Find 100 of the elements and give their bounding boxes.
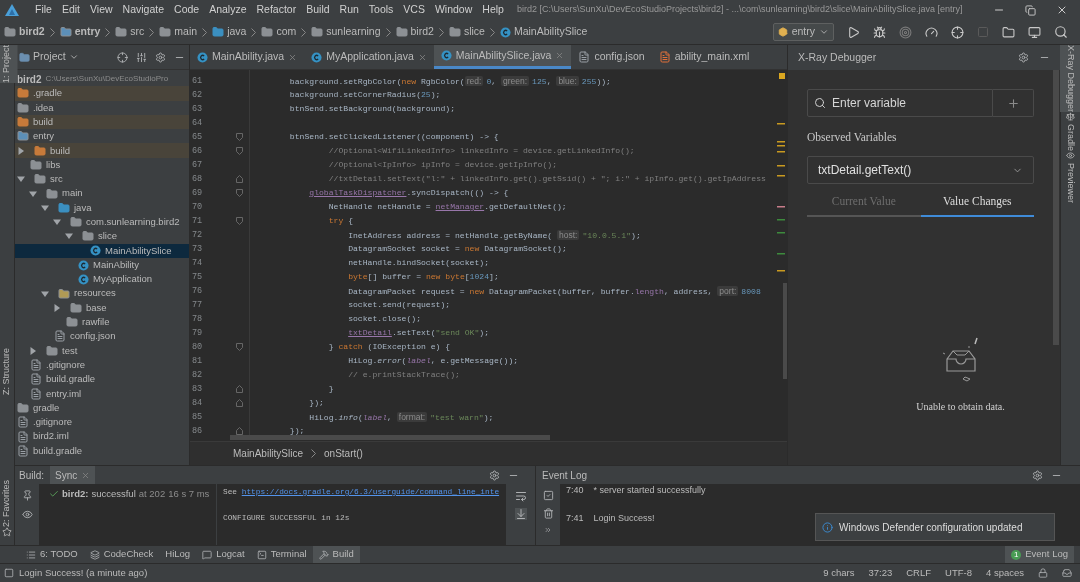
editor-tab[interactable]: MainAbilitySlice.java xyxy=(433,45,572,69)
tree-item[interactable]: build.gradle xyxy=(15,443,189,458)
tree-item[interactable]: entry.iml xyxy=(15,386,189,401)
menu-item[interactable]: File xyxy=(30,2,57,18)
status-item[interactable]: UTF-8 xyxy=(945,565,972,581)
tool-tab[interactable]: Logcat xyxy=(196,546,251,563)
code-token: try xyxy=(328,216,344,225)
tree-item[interactable]: .gradle xyxy=(15,86,189,101)
tree-item[interactable]: main xyxy=(15,186,189,201)
line-number: 62 xyxy=(191,89,204,102)
variable-dropdown[interactable]: txtDetail.getText() xyxy=(807,156,1034,185)
menu-item[interactable]: Window xyxy=(429,2,478,18)
editor-tab[interactable]: MyApplication.java xyxy=(304,45,434,69)
breadcrumb[interactable]: src xyxy=(115,24,145,40)
tree-item[interactable]: com.sunlearning.bird2 xyxy=(15,214,189,230)
value-tab[interactable]: Value Changes xyxy=(920,189,1034,217)
tool-tab[interactable]: Terminal xyxy=(250,546,313,563)
menu-item[interactable]: Code xyxy=(169,2,205,18)
editor-tab[interactable]: ability_main.xml xyxy=(651,45,757,69)
code-token: new byte xyxy=(425,272,465,281)
breadcrumb[interactable]: bird2 xyxy=(395,24,434,40)
line-number: 84 xyxy=(191,397,204,410)
code-token: label xyxy=(406,356,431,365)
code-token: "10.0.5.1" xyxy=(582,231,632,240)
tree-item[interactable]: MyApplication xyxy=(15,272,189,287)
code-token: 1024 xyxy=(469,272,490,281)
tree-item[interactable]: libs xyxy=(15,157,189,173)
status-item[interactable]: 37:23 xyxy=(868,565,893,581)
tool-window-tab[interactable]: 1: Project xyxy=(0,45,18,84)
code-token: socket.close(); xyxy=(348,314,421,323)
tool-tab[interactable]: HiLog xyxy=(159,546,197,563)
menu-item[interactable]: Refactor xyxy=(251,2,302,18)
tree-item[interactable]: build xyxy=(15,143,189,158)
code-breadcrumb[interactable]: onStart() xyxy=(324,446,363,461)
tool-window-tab[interactable]: Gradle xyxy=(1059,112,1080,152)
breadcrumb[interactable]: MainAbilitySlice xyxy=(499,24,588,40)
tool-window-tab[interactable]: 2: Favorites xyxy=(0,479,18,527)
tool-tab[interactable]: 6: TODO xyxy=(20,546,84,563)
menu-item[interactable]: Edit xyxy=(56,2,85,18)
breadcrumb[interactable]: entry xyxy=(59,24,101,40)
tool-tab[interactable]: Build xyxy=(312,546,360,563)
tree-item[interactable]: resources xyxy=(15,286,189,301)
tree-item[interactable]: entry xyxy=(15,129,189,144)
tree-item[interactable]: MainAbility xyxy=(15,257,189,273)
tree-item[interactable]: .gitignore xyxy=(15,357,189,373)
tree-item[interactable]: java xyxy=(15,200,189,215)
tree-item[interactable]: config.json xyxy=(15,329,189,344)
breadcrumb[interactable]: java xyxy=(212,24,247,40)
breadcrumb[interactable]: sunlearning xyxy=(311,24,381,40)
tree-item[interactable]: slice xyxy=(15,229,189,244)
notification-balloon[interactable]: Windows Defender configuration updated xyxy=(815,513,1055,541)
tree-item[interactable]: base xyxy=(15,300,189,316)
tree-item[interactable]: .idea xyxy=(15,100,189,115)
menu-item[interactable]: VCS xyxy=(398,2,430,18)
code-token: length xyxy=(634,287,664,296)
line-number: 66 xyxy=(191,145,204,158)
menu-item[interactable]: Analyze xyxy=(204,2,252,18)
tool-window-tab[interactable]: X-Ray Debugger xyxy=(1059,45,1080,113)
tree-item[interactable]: build.gradle xyxy=(15,372,189,387)
editor-tab[interactable]: config.json xyxy=(571,45,652,69)
tool-window-tab[interactable]: Previewer xyxy=(1059,151,1080,204)
event-log-button[interactable]: 1 Event Log xyxy=(1005,546,1074,563)
line-number: 64 xyxy=(191,117,204,130)
code-token: background.setRgbColor( xyxy=(289,77,402,86)
breadcrumb[interactable]: slice xyxy=(448,24,485,40)
breadcrumb[interactable]: com xyxy=(261,24,297,40)
code-token: //Optional<WifiLinkedInfo> linkedInfo = device.getLinkedInfo(); xyxy=(328,146,635,155)
status-item[interactable]: 9 chars xyxy=(823,565,855,581)
code-token: }); xyxy=(309,398,324,407)
tree-item[interactable]: build xyxy=(15,114,189,130)
tree-root[interactable]: bird2 C:\Users\SunXu\DevEcoStudioPro xyxy=(15,72,189,87)
tool-window-tab[interactable]: Z: Structure xyxy=(0,347,18,395)
line-number: 82 xyxy=(191,369,204,382)
tree-item[interactable]: src xyxy=(15,172,189,187)
code-token: ); xyxy=(483,413,494,422)
tree-item[interactable]: test xyxy=(15,343,189,358)
variable-search-field[interactable]: Enter variable xyxy=(807,89,993,117)
menu-item[interactable]: View xyxy=(85,2,118,18)
menu-item[interactable]: Run xyxy=(334,2,364,18)
tool-tab[interactable]: CodeCheck xyxy=(83,546,160,563)
editor-tab[interactable]: MainAbility.java xyxy=(190,45,305,69)
status-item[interactable]: 4 spaces xyxy=(985,565,1024,581)
menu-item[interactable]: Build xyxy=(301,2,335,18)
tree-item[interactable]: .gitignore xyxy=(15,415,189,430)
code-token: [] buffer = xyxy=(367,272,423,281)
project-view-dropdown[interactable]: Project xyxy=(19,49,79,65)
tree-item[interactable]: gradle xyxy=(15,400,189,416)
menu-item[interactable]: Tools xyxy=(363,2,399,18)
code-breadcrumb[interactable]: MainAbilitySlice xyxy=(233,446,304,461)
menu-item[interactable]: Navigate xyxy=(117,2,170,18)
menu-item[interactable]: Help xyxy=(477,2,509,18)
status-item[interactable]: CRLF xyxy=(906,565,932,581)
breadcrumb[interactable]: bird2 xyxy=(4,24,45,40)
tree-item[interactable]: bird2.iml xyxy=(15,429,189,444)
code-token: info xyxy=(338,413,358,422)
breadcrumb[interactable]: main xyxy=(159,24,198,40)
tree-item[interactable]: MainAbilitySlice xyxy=(15,243,189,258)
tree-item[interactable]: rawfile xyxy=(15,315,189,330)
run-configuration-dropdown[interactable]: entry xyxy=(772,23,834,41)
panel-tab[interactable]: Sync xyxy=(50,466,96,484)
